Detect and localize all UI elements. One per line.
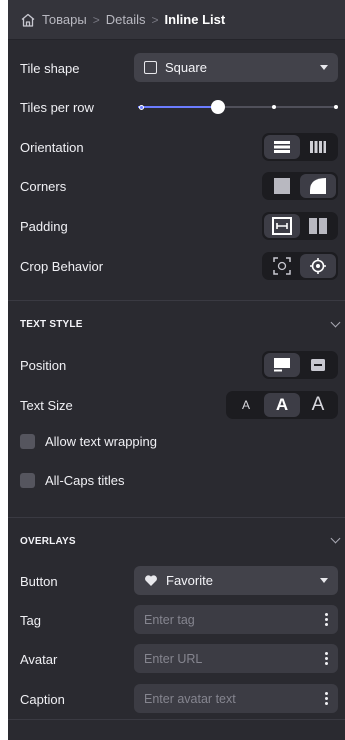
- rows-icon[interactable]: [264, 135, 300, 159]
- caption-field[interactable]: [134, 684, 338, 713]
- crop-behavior-label: Crop Behavior: [20, 258, 104, 274]
- text-size-large[interactable]: A: [300, 393, 336, 417]
- caret-down-icon: [320, 578, 328, 583]
- position-label: Position: [20, 357, 67, 373]
- section-divider: [8, 300, 345, 301]
- focus-crop-icon[interactable]: [300, 254, 336, 278]
- wrap-checkbox-label: Allow text wrapping: [45, 434, 157, 449]
- tiles-per-row-slider[interactable]: [138, 97, 338, 117]
- no-padding-icon[interactable]: [300, 214, 336, 238]
- text-style-header[interactable]: TEXT STYLE: [20, 319, 83, 330]
- wrap-checkbox[interactable]: [20, 434, 35, 449]
- panel-footer: [8, 719, 345, 740]
- padding-icon[interactable]: [264, 214, 300, 238]
- button-label: Button: [20, 573, 58, 589]
- orientation-row: Orientation: [8, 131, 345, 163]
- text-size-toggle: A A A: [226, 391, 338, 419]
- corners-toggle: [262, 172, 338, 200]
- more-options-icon[interactable]: [322, 611, 330, 628]
- text-size-label: Text Size: [20, 397, 73, 413]
- wrap-checkbox-row[interactable]: Allow text wrapping: [20, 434, 157, 449]
- slider-fill: [138, 106, 218, 108]
- face-crop-icon[interactable]: [264, 254, 300, 278]
- button-dropdown[interactable]: Favorite: [134, 566, 338, 595]
- more-options-icon[interactable]: [322, 690, 330, 707]
- padding-label: Padding: [20, 218, 68, 234]
- chevron-down-icon[interactable]: [330, 317, 341, 328]
- section-divider: [8, 517, 345, 518]
- text-overlay-icon[interactable]: [300, 353, 336, 377]
- caps-checkbox[interactable]: [20, 473, 35, 488]
- more-options-icon[interactable]: [322, 650, 330, 667]
- caps-checkbox-label: All-Caps titles: [45, 473, 125, 488]
- overlays-header[interactable]: OVERLAYS: [20, 536, 76, 547]
- avatar-url-input[interactable]: [144, 651, 304, 666]
- text-below-icon[interactable]: [264, 353, 300, 377]
- round-corner-icon[interactable]: [300, 174, 336, 198]
- heart-icon: [145, 575, 157, 586]
- text-size-row: Text Size A A A: [8, 389, 345, 421]
- breadcrumb-separator: >: [92, 12, 100, 27]
- orientation-toggle: [262, 133, 338, 161]
- crop-behavior-row: Crop Behavior: [8, 250, 345, 282]
- caption-label: Caption: [20, 691, 65, 707]
- square-icon: [144, 61, 157, 74]
- slider-tick: [139, 104, 144, 110]
- tile-shape-value: Square: [165, 60, 207, 75]
- breadcrumb-item-products[interactable]: Товары: [42, 12, 87, 27]
- caret-down-icon: [320, 65, 328, 70]
- chevron-down-icon[interactable]: [330, 533, 341, 544]
- home-icon[interactable]: [20, 12, 36, 28]
- button-row: Button Favorite: [8, 565, 345, 597]
- slider-tick: [334, 105, 338, 109]
- padding-row: Padding: [8, 210, 345, 242]
- text-size-small[interactable]: A: [228, 393, 264, 417]
- tile-shape-row: Tile shape Square: [8, 52, 345, 84]
- tiles-per-row-row: Tiles per row: [8, 91, 345, 123]
- position-toggle: [262, 351, 338, 379]
- tag-input[interactable]: [144, 612, 304, 627]
- tag-row: Tag: [8, 604, 345, 636]
- avatar-row: Avatar: [8, 643, 345, 675]
- breadcrumb-item-current: Inline List: [164, 12, 226, 27]
- breadcrumb-separator: >: [151, 12, 159, 27]
- text-size-medium[interactable]: A: [264, 393, 300, 417]
- columns-icon[interactable]: [300, 135, 336, 159]
- tile-shape-label: Tile shape: [20, 60, 80, 76]
- padding-toggle: [262, 212, 338, 240]
- avatar-field[interactable]: [134, 644, 338, 673]
- button-value: Favorite: [166, 573, 213, 588]
- caption-row: Caption: [8, 683, 345, 715]
- square-corner-icon[interactable]: [264, 174, 300, 198]
- caption-input[interactable]: [144, 691, 304, 706]
- breadcrumb: Товары > Details > Inline List: [8, 0, 345, 40]
- slider-tick: [272, 105, 276, 109]
- caps-checkbox-row[interactable]: All-Caps titles: [20, 473, 124, 488]
- crop-behavior-toggle: [262, 252, 338, 280]
- breadcrumb-item-details[interactable]: Details: [106, 12, 146, 27]
- tag-label: Tag: [20, 612, 41, 628]
- tiles-per-row-label: Tiles per row: [20, 99, 94, 115]
- settings-panel: Товары > Details > Inline List Tile shap…: [8, 0, 345, 740]
- tile-shape-dropdown[interactable]: Square: [134, 53, 338, 82]
- position-row: Position: [8, 349, 345, 381]
- corners-label: Corners: [20, 178, 67, 194]
- tag-field[interactable]: [134, 605, 338, 634]
- corners-row: Corners: [8, 170, 345, 202]
- slider-handle[interactable]: [211, 100, 225, 114]
- orientation-label: Orientation: [20, 139, 84, 155]
- avatar-label: Avatar: [20, 651, 58, 667]
